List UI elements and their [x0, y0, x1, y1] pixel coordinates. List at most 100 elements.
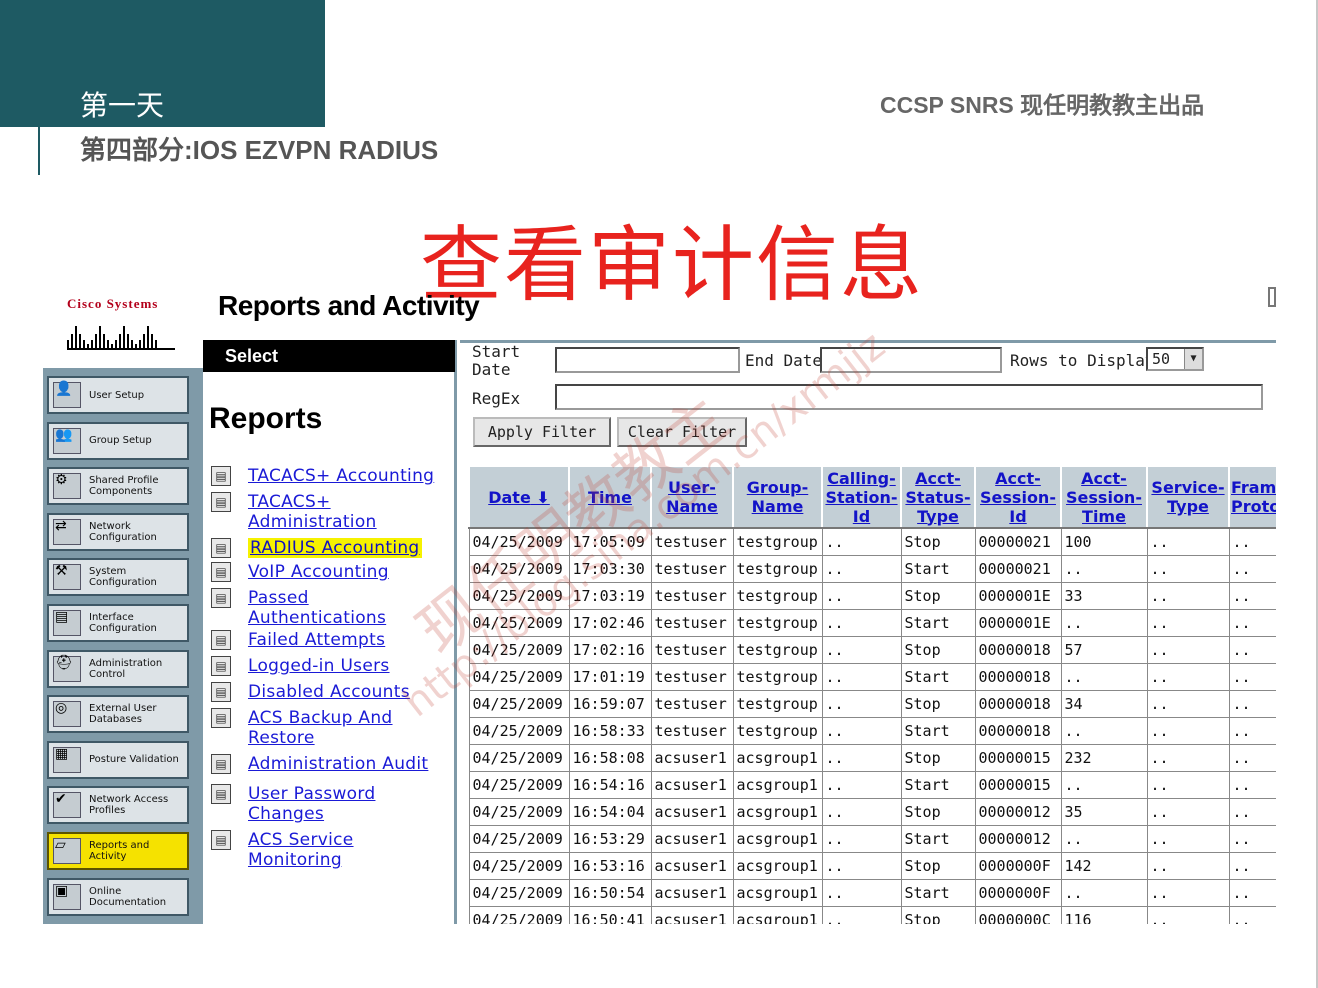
- nav-button-1[interactable]: 👥 Group Setup: [47, 421, 189, 460]
- cisco-bar: [91, 340, 93, 348]
- report-link-label[interactable]: ACS Service Monitoring: [248, 830, 398, 870]
- report-link-11[interactable]: ▤ ACS Service Monitoring: [211, 830, 455, 870]
- table-cell: 04/25/2009: [468, 743, 570, 772]
- nav-button-3[interactable]: ⇄ Network Configuration: [47, 512, 189, 551]
- column-header[interactable]: Acct-Session-Id: [974, 465, 1062, 529]
- report-link-label[interactable]: RADIUS Accounting: [248, 538, 422, 558]
- table-cell: 116: [1060, 905, 1148, 924]
- table-cell: ..: [1228, 608, 1276, 637]
- apply-filter-button[interactable]: Apply Filter: [473, 417, 611, 447]
- failed-icon: ▤: [211, 630, 231, 650]
- nav-button-8[interactable]: ▦ Posture Validation: [47, 740, 189, 779]
- table-cell: testuser: [650, 689, 734, 718]
- table-cell: ..: [1146, 716, 1230, 745]
- users-icon: ▤: [211, 656, 231, 676]
- column-header[interactable]: Group-Name: [732, 465, 823, 529]
- nav-button-9[interactable]: ✔ Network Access Profiles: [47, 786, 189, 825]
- table-cell: acsuser1: [650, 743, 734, 772]
- table-cell: ..: [1228, 905, 1276, 924]
- table-cell: Stop: [900, 689, 976, 718]
- table-cell: Start: [900, 824, 976, 853]
- column-header-label[interactable]: Service-Type: [1151, 478, 1224, 516]
- nav-button-4[interactable]: ⚒ System Configuration: [47, 558, 189, 597]
- table-cell: 04/25/2009: [468, 716, 570, 745]
- nav-button-6[interactable]: ⛑ Administration Control: [47, 649, 189, 688]
- table-cell: 0000001E: [974, 581, 1062, 610]
- table-cell: 16:58:33: [568, 716, 652, 745]
- table-cell: 00000015: [974, 743, 1062, 772]
- column-header[interactable]: Acct-Session-Time: [1060, 465, 1148, 529]
- table-cell: 17:02:16: [568, 635, 652, 664]
- column-header[interactable]: Acct-Status-Type: [900, 465, 976, 529]
- report-link-9[interactable]: ▤ Administration Audit: [211, 754, 455, 774]
- column-header-label[interactable]: Acct-Session-Id: [980, 469, 1056, 526]
- table-row: 04/25/2009 17:02:16 testuser testgroup.. Sto…: [468, 635, 1276, 664]
- table-cell: acsuser1: [650, 770, 734, 799]
- header-divider: [38, 0, 40, 175]
- report-link-label[interactable]: VoIP Accounting: [248, 562, 389, 582]
- cisco-bar: [123, 326, 125, 348]
- cisco-bar: [155, 340, 157, 348]
- report-link-label[interactable]: Logged-in Users: [248, 656, 390, 676]
- table-cell: ..: [1146, 743, 1230, 772]
- nav-button-label: Shared Profile Components: [89, 475, 159, 498]
- table-row: 04/25/2009 16:50:41 acsuser1 acsgroup1.. Sto…: [468, 905, 1276, 924]
- column-header-label[interactable]: Framed-Protocol: [1231, 478, 1276, 516]
- report-link-label[interactable]: Administration Audit: [248, 754, 428, 774]
- rows-to-display-label: Rows to Display: [1010, 351, 1155, 370]
- document-icon: ▤: [211, 562, 231, 582]
- window-control[interactable]: [1268, 287, 1276, 307]
- report-link-label[interactable]: TACACS+ Accounting: [248, 466, 434, 486]
- table-cell: ..: [1060, 878, 1148, 907]
- table-cell: 16:53:29: [568, 824, 652, 853]
- cisco-bar: [87, 344, 89, 348]
- report-link-label[interactable]: Passed Authentications: [248, 588, 398, 628]
- report-link-label[interactable]: User Password Changes: [248, 784, 398, 824]
- report-link-5[interactable]: ▤ Failed Attempts: [211, 630, 455, 650]
- column-header-label[interactable]: Acct-Status-Type: [905, 469, 970, 526]
- table-cell: 04/25/2009: [468, 824, 570, 853]
- table-cell: 16:54:16: [568, 770, 652, 799]
- table-cell: 232: [1060, 743, 1148, 772]
- report-link-label[interactable]: ACS Backup And Restore: [248, 708, 398, 748]
- table-cell: testuser: [650, 554, 734, 583]
- chevron-down-icon[interactable]: ▼: [1184, 349, 1202, 369]
- column-header[interactable]: Service-Type: [1146, 465, 1230, 529]
- table-cell: ..: [821, 770, 902, 799]
- rows-to-display-select[interactable]: 50 ▼: [1146, 347, 1204, 371]
- column-header[interactable]: Calling-Station-Id: [821, 465, 902, 529]
- column-header[interactable]: Framed-Protocol: [1228, 465, 1276, 529]
- report-link-3[interactable]: ▤ VoIP Accounting: [211, 562, 455, 582]
- column-header-label[interactable]: Group-Name: [747, 478, 809, 516]
- nav-button-5[interactable]: ▤ Interface Configuration: [47, 604, 189, 642]
- nav-button-10[interactable]: ▱ Reports and Activity: [47, 832, 189, 870]
- nav-button-11[interactable]: ▣ Online Documentation: [47, 877, 189, 916]
- table-cell: Start: [900, 554, 976, 583]
- report-link-label[interactable]: Disabled Accounts: [248, 682, 410, 702]
- table-cell: Stop: [900, 905, 976, 924]
- cisco-logo: Cisco Systems: [67, 296, 179, 356]
- table-cell: ..: [821, 608, 902, 637]
- table-cell: 16:58:08: [568, 743, 652, 772]
- column-header-label[interactable]: Acct-Session-Time: [1066, 469, 1142, 526]
- table-cell: acsgroup1: [732, 743, 823, 772]
- table-cell: acsuser1: [650, 878, 734, 907]
- table-cell: 00000021: [974, 527, 1062, 556]
- table-cell: 16:54:04: [568, 797, 652, 826]
- report-link-0[interactable]: ▤ TACACS+ Accounting: [211, 466, 455, 486]
- report-link-10[interactable]: ▤ User Password Changes: [211, 784, 455, 824]
- report-link-2[interactable]: ▤ RADIUS Accounting: [211, 538, 455, 558]
- nav-button-label: Network Access Profiles: [89, 794, 169, 817]
- report-link-1[interactable]: ▤ TACACS+ Administration: [211, 492, 455, 532]
- nav-button-7[interactable]: ◎ External User Databases: [47, 695, 189, 734]
- table-cell: 100: [1060, 527, 1148, 556]
- table-cell: 0000000F: [974, 878, 1062, 907]
- report-link-label[interactable]: TACACS+ Administration: [248, 492, 398, 532]
- nav-button-2[interactable]: ⚙ Shared Profile Components: [47, 467, 189, 506]
- column-header-label[interactable]: Calling-Station-Id: [825, 469, 897, 526]
- start-date-label: Start Date: [472, 342, 521, 379]
- report-link-label[interactable]: Failed Attempts: [248, 630, 385, 650]
- table-cell: ..: [821, 905, 902, 924]
- start-date-field[interactable]: [555, 347, 740, 373]
- nav-button-0[interactable]: 👤 User Setup: [47, 376, 189, 414]
